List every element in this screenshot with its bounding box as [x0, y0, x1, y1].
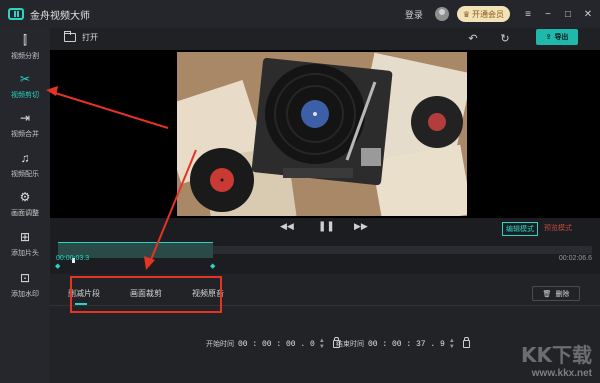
- end-time-stepper[interactable]: ▲ ▼: [449, 338, 455, 350]
- sidebar-item-label: 视频分割: [11, 53, 39, 60]
- sidebar-item-label: 视频剪切: [11, 92, 39, 99]
- title-bar: 金舟视频大师 登录 ♛ 开通会员 ≡ − □ ✕: [0, 0, 600, 28]
- export-icon: ⇪: [545, 34, 552, 41]
- minimize-icon[interactable]: −: [540, 6, 556, 22]
- annotation-box: [70, 276, 222, 313]
- adjust-icon: ⚙: [19, 190, 31, 204]
- video-frame-image: [177, 52, 467, 216]
- start-handle-icon[interactable]: ◆: [55, 262, 61, 270]
- export-button[interactable]: ⇪ 导出: [536, 29, 578, 45]
- sidebar-item-music[interactable]: ♫ 视频配乐: [0, 150, 50, 188]
- close-icon[interactable]: ✕: [580, 6, 596, 22]
- sidebar-item-label: 添加片头: [11, 250, 39, 257]
- app-title: 金舟视频大师: [30, 10, 90, 22]
- login-link[interactable]: 登录: [405, 8, 423, 21]
- start-time-input[interactable]: 00 : 00 : 00 . 0: [238, 340, 315, 349]
- playback-controls: ◀◀ ❚❚ ▶▶ 编辑模式 预览模式: [50, 218, 600, 238]
- previous-frame-icon[interactable]: ◀◀: [280, 221, 294, 232]
- start-time-label: 开始时间: [206, 341, 234, 348]
- sidebar-item-merge[interactable]: ⇥ 视频合并: [0, 110, 50, 148]
- end-time-input[interactable]: 00 : 00 : 37 . 9: [368, 340, 445, 349]
- sidebar-item-label: 视频配乐: [11, 171, 39, 178]
- menu-icon[interactable]: ≡: [520, 6, 536, 22]
- watermark-url: www.kkx.net: [531, 368, 592, 379]
- watermark-logo: KK下载: [521, 343, 592, 367]
- open-button[interactable]: 打开: [64, 31, 98, 43]
- watermark-icon: ⊡: [19, 271, 31, 285]
- sidebar-item-split[interactable]: ⫿ 视频分割: [0, 32, 50, 70]
- vip-button[interactable]: ♛ 开通会员: [456, 6, 510, 22]
- undo-icon[interactable]: ↶: [466, 31, 480, 45]
- scissors-icon: ✂: [19, 72, 31, 86]
- app-window: 金舟视频大师 登录 ♛ 开通会员 ≡ − □ ✕ ⫿ 视频分割 ✂ 视频剪切 ⇥…: [0, 0, 600, 383]
- end-time-label: 结束时间: [336, 341, 364, 348]
- music-note-icon: ♫: [20, 151, 30, 165]
- sidebar-item-adjust[interactable]: ⚙ 画面调整: [0, 189, 50, 227]
- sidebar-item-label: 添加水印: [11, 291, 39, 298]
- pause-icon[interactable]: ❚❚: [318, 221, 335, 232]
- start-time-field: 开始时间 00 : 00 : 00 . 0 ▲ ▼: [206, 337, 340, 350]
- total-duration: 00:02:06.6: [558, 255, 592, 262]
- title-bar-actions: 登录 ♛ 开通会员 ≡ − □ ✕: [405, 0, 600, 28]
- export-label: 导出: [554, 34, 569, 41]
- folder-icon: [64, 31, 76, 42]
- merge-icon: ⇥: [19, 111, 31, 125]
- editor-header: 打开 ↶ ↻ ⇪ 导出: [50, 28, 600, 50]
- add-intro-icon: ⊞: [19, 230, 31, 244]
- preview-mode-button[interactable]: 预览模式: [544, 223, 572, 233]
- edit-mode-button[interactable]: 编辑模式: [502, 222, 538, 236]
- avatar[interactable]: [434, 7, 449, 21]
- delete-label: 删除: [555, 290, 570, 298]
- watermark: KK下载 www.kkx.net: [521, 339, 592, 379]
- app-logo-icon: [8, 8, 24, 20]
- sidebar-item-label: 视频合并: [11, 131, 39, 138]
- vip-label: 开通会员: [472, 9, 504, 19]
- end-time-field: 结束时间 00 : 00 : 37 . 9 ▲ ▼: [336, 337, 470, 350]
- end-handle-icon[interactable]: ◆: [210, 262, 216, 270]
- redo-icon[interactable]: ↻: [498, 31, 512, 45]
- sidebar-item-intro[interactable]: ⊞ 添加片头: [0, 229, 50, 267]
- start-time-stepper[interactable]: ▲ ▼: [319, 338, 325, 350]
- sidebar-item-watermark[interactable]: ⊡ 添加水印: [0, 270, 50, 308]
- current-time: 00:00:03.3: [56, 255, 90, 262]
- crown-icon: ♛: [462, 9, 470, 19]
- split-icon: ⫿: [23, 32, 27, 47]
- sidebar-item-label: 画面调整: [11, 210, 39, 217]
- lock-icon[interactable]: [462, 337, 470, 348]
- open-label: 打开: [82, 33, 98, 42]
- timeline[interactable]: ◆ ◆ 00:00:03.3 00:02:06.6: [50, 238, 600, 274]
- maximize-icon[interactable]: □: [560, 6, 576, 22]
- sidebar: ⫿ 视频分割 ✂ 视频剪切 ⇥ 视频合并 ♫ 视频配乐 ⚙ 画面调整 ⊞ 添加片…: [0, 28, 50, 383]
- delete-button[interactable]: 🗑 删除: [532, 286, 580, 301]
- video-preview: [50, 50, 600, 218]
- trash-icon: 🗑: [542, 290, 552, 298]
- video-frame[interactable]: [177, 52, 467, 216]
- next-frame-icon[interactable]: ▶▶: [354, 221, 368, 232]
- sidebar-item-cut[interactable]: ✂ 视频剪切: [0, 71, 50, 109]
